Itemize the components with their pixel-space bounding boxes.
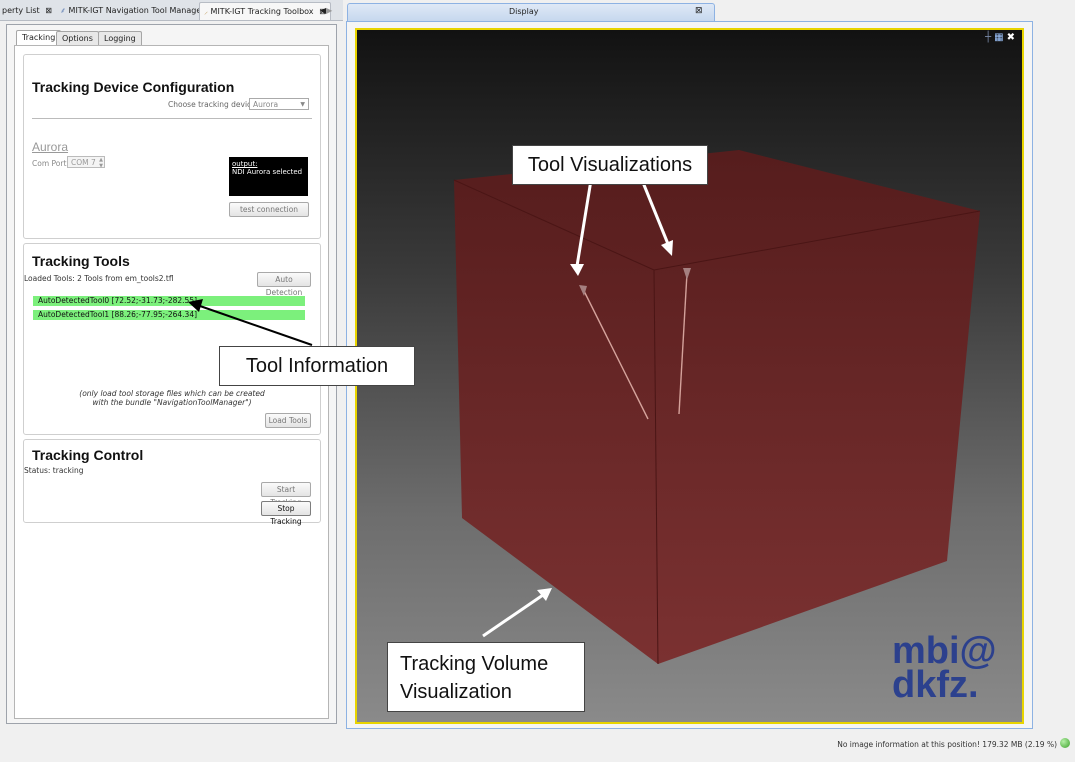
callout-arrow (199, 305, 313, 346)
arrowhead (188, 299, 203, 312)
status-text: No image information at this position! 1… (837, 740, 1057, 749)
tool-info-arrow-layer (188, 299, 313, 346)
memory-status-icon (1060, 738, 1070, 748)
callout-tool-information: Tool Information (219, 346, 415, 386)
status-bar: No image information at this position! 1… (0, 732, 1075, 762)
